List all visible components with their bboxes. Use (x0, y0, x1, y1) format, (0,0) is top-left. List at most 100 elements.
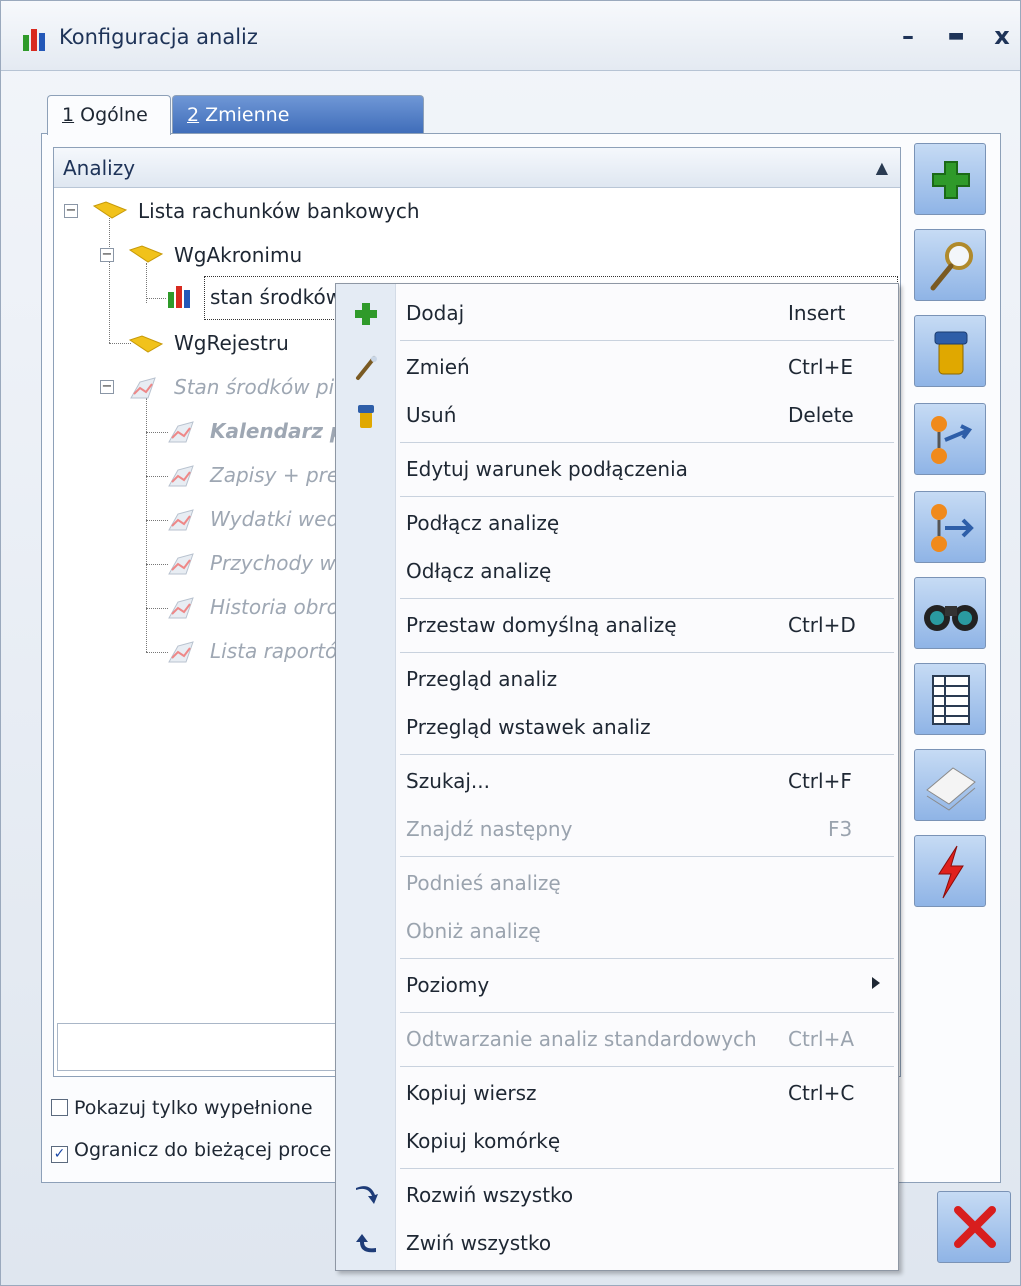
menu-item-odlacz[interactable]: Odłącz analizę (336, 550, 898, 594)
filter-input[interactable] (57, 1023, 337, 1071)
menu-item-przeglad-analiz[interactable]: Przegląd analiz (336, 658, 898, 702)
menu-item-label: Usuń (406, 403, 457, 427)
menu-item-label: Odłącz analizę (406, 559, 552, 583)
table-view-button[interactable] (914, 663, 986, 735)
menu-separator (400, 1168, 894, 1169)
tree-connector (146, 608, 168, 609)
menu-item-label: Odtwarzanie analiz standardowych (406, 1027, 757, 1051)
pages-button[interactable] (914, 749, 986, 821)
menu-item-kopiuj-wiersz[interactable]: Kopiuj wiersz Ctrl+C (336, 1072, 898, 1116)
close-button[interactable] (937, 1191, 1011, 1263)
collapse-toggle[interactable]: − (100, 380, 114, 394)
menu-item-shortcut: Ctrl+D (788, 613, 856, 637)
connect-icon (931, 416, 973, 464)
disabled-chart-icon (168, 465, 194, 487)
menu-item-label: Szukaj... (406, 769, 490, 793)
submenu-arrow-icon (872, 977, 880, 989)
menu-item-label: Zmień (406, 355, 470, 379)
menu-item-zmien[interactable]: Zmień Ctrl+E (336, 346, 898, 390)
menu-item-label: Rozwiń wszystko (406, 1183, 574, 1207)
maximize-button[interactable]: ▬ (939, 19, 973, 53)
tree-connector (146, 476, 168, 477)
add-icon (932, 161, 970, 199)
red-x-icon (954, 1206, 996, 1248)
disabled-chart-icon (130, 377, 156, 399)
menu-separator (400, 496, 894, 497)
menu-item-edytuj-warunek[interactable]: Edytuj warunek podłączenia (336, 448, 898, 492)
checkbox-label: Pokazuj tylko wypełnione (74, 1097, 313, 1119)
title-bar: Konfiguracja analiz – ▬ x (1, 1, 1020, 71)
disabled-chart-icon (168, 597, 194, 619)
disconnect-button[interactable] (914, 491, 986, 563)
menu-item-label: Zwiń wszystko (406, 1231, 552, 1255)
pages-icon (926, 767, 976, 811)
only-filled-checkbox-row[interactable]: Pokazuj tylko wypełnione (51, 1097, 313, 1119)
tree-node-wgakronimu[interactable]: WgAkronimu (174, 243, 302, 267)
menu-item-kopiuj-komorke[interactable]: Kopiuj komórkę (336, 1120, 898, 1164)
minimize-button[interactable]: – (891, 19, 925, 53)
collapse-toggle[interactable]: − (64, 204, 78, 218)
trash-icon (358, 405, 374, 428)
sort-asc-icon: ▲ (875, 158, 888, 177)
tree-node-wgrejestru[interactable]: WgRejestru (174, 331, 289, 355)
search-button[interactable] (914, 577, 986, 649)
menu-item-podnies[interactable]: Podnieś analizę (336, 862, 898, 906)
tree-node-stan-pien[interactable]: Stan środków pie (174, 375, 347, 399)
tree-connector (146, 564, 168, 565)
tree-connector (146, 298, 166, 299)
menu-item-dodaj[interactable]: Dodaj Insert (336, 292, 898, 336)
menu-item-shortcut: Ctrl+E (788, 355, 853, 379)
menu-item-obniz[interactable]: Obniż analizę (336, 910, 898, 954)
add-button[interactable] (914, 143, 986, 215)
menu-item-label: Przegląd analiz (406, 667, 558, 691)
delete-button[interactable] (914, 315, 986, 387)
tree-node-przychody[interactable]: Przychody w (210, 551, 336, 575)
limit-process-checkbox[interactable]: ✓ (51, 1146, 68, 1163)
menu-separator (400, 598, 894, 599)
folder-icon (128, 335, 164, 353)
only-filled-checkbox[interactable] (51, 1099, 68, 1116)
menu-item-znajdz-nastepny[interactable]: Znajdź następny F3 (336, 808, 898, 852)
menu-item-przestaw[interactable]: Przestaw domyślną analizę Ctrl+D (336, 604, 898, 648)
collapse-toggle[interactable]: − (100, 248, 114, 262)
menu-item-podlacz[interactable]: Podłącz analizę (336, 502, 898, 546)
close-window-button[interactable]: x (985, 19, 1019, 53)
column-header-label: Analizy (63, 156, 136, 180)
tree-connector (146, 432, 168, 433)
menu-item-label: Przestaw domyślną analizę (406, 613, 677, 637)
menu-item-przeglad-wstawek[interactable]: Przegląd wstawek analiz (336, 706, 898, 750)
menu-item-szukaj[interactable]: Szukaj... Ctrl+F (336, 760, 898, 804)
context-menu: Dodaj Insert Zmień Ctrl+E Usuń Delete Ed… (335, 283, 899, 1271)
table-icon (932, 675, 970, 725)
menu-item-shortcut: Ctrl+F (788, 769, 852, 793)
menu-item-shortcut: Delete (788, 403, 854, 427)
tab-hotkey: 1 (62, 104, 75, 126)
menu-item-odtwarzanie[interactable]: Odtwarzanie analiz standardowych Ctrl+A (336, 1018, 898, 1062)
tree-node-wydatki[interactable]: Wydatki wed (210, 507, 339, 531)
limit-process-checkbox-row[interactable]: ✓ Ogranicz do bieżącej proce (51, 1139, 331, 1163)
tree-node-lista[interactable]: Lista raportó (210, 639, 337, 663)
tab-ogolne[interactable]: 1 Ogólne (47, 95, 171, 135)
add-icon (355, 303, 377, 325)
tab-hotkey: 2 (187, 104, 200, 126)
menu-separator (400, 442, 894, 443)
tree-node-zapisy[interactable]: Zapisy + pre (210, 463, 339, 487)
tab-zmienne-dynamiczne[interactable]: 2 Zmienne dynamiczne (172, 95, 424, 164)
menu-item-zwin[interactable]: Zwiń wszystko (336, 1222, 898, 1266)
menu-item-rozwin[interactable]: Rozwiń wszystko (336, 1174, 898, 1218)
tree-node-stan-srodkow[interactable]: stan środków (210, 285, 342, 309)
execute-button[interactable] (914, 835, 986, 907)
app-chart-icon (23, 29, 45, 51)
edit-button[interactable] (914, 229, 986, 301)
tab-label: Ogólne (74, 104, 148, 126)
menu-item-usun[interactable]: Usuń Delete (336, 394, 898, 438)
tree-connector (146, 520, 168, 521)
menu-item-poziomy[interactable]: Poziomy (336, 964, 898, 1008)
tree-node-kalendarz[interactable]: Kalendarz p (210, 419, 344, 443)
pencil-icon (356, 356, 377, 380)
tree-node-root[interactable]: Lista rachunków bankowych (138, 199, 420, 223)
lightning-icon (938, 845, 964, 899)
tree-column-header[interactable]: Analizy ▲ (54, 148, 900, 188)
connect-button[interactable] (914, 403, 986, 475)
tree-node-historia[interactable]: Historia obro (210, 595, 339, 619)
